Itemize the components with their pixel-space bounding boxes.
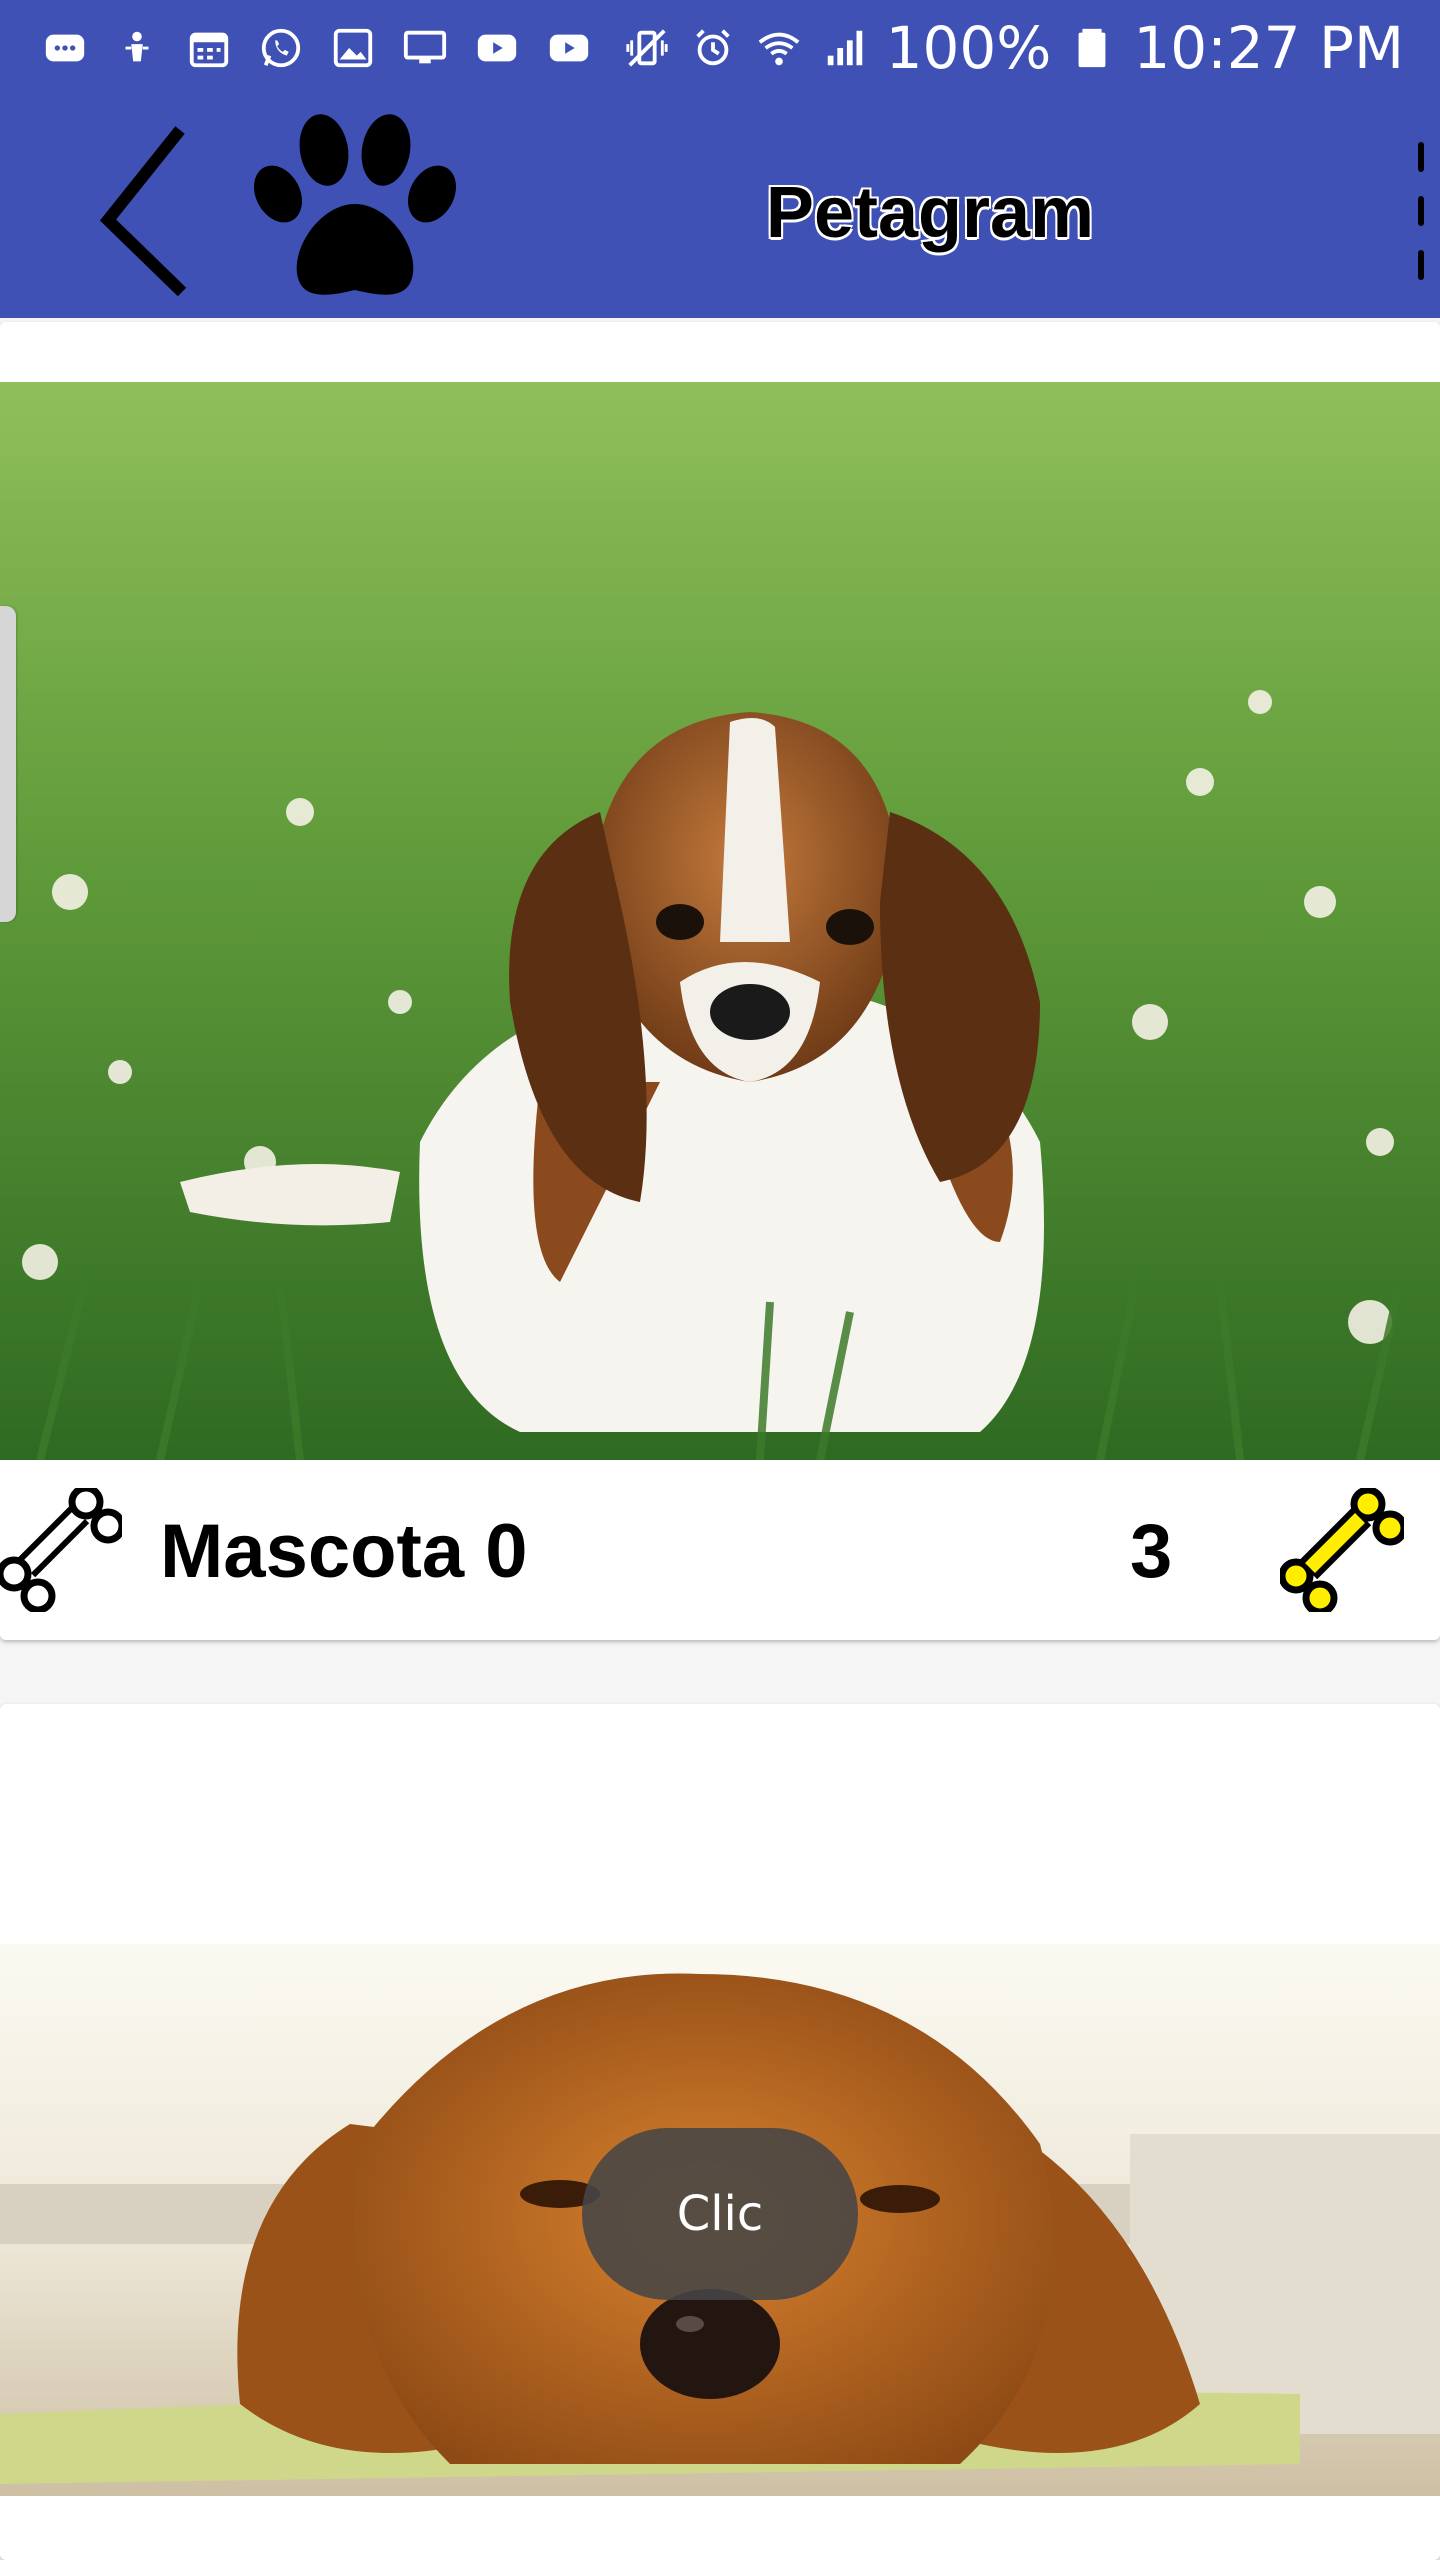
signal-icon [820, 23, 870, 73]
overflow-menu-icon[interactable] [1410, 136, 1434, 286]
app-bar: Petagram [0, 96, 1440, 318]
clock: 10:27 PM [1133, 14, 1404, 82]
screen-cast-icon [400, 23, 450, 73]
pet-card[interactable]: Mascota 0 3 [0, 322, 1440, 1640]
toast-message: Clic [582, 2128, 858, 2300]
youtube-icon [544, 23, 594, 73]
gallery-icon [328, 23, 378, 73]
bug-icon [112, 23, 162, 73]
message-icon [40, 23, 90, 73]
beagle-puppy-photo [0, 382, 1440, 1460]
battery-icon [1067, 23, 1117, 73]
vibrate-icon [622, 23, 672, 73]
pet-info-row: Mascota 0 3 [0, 1460, 1440, 1640]
alarm-icon [688, 23, 738, 73]
youtube-icon [472, 23, 522, 73]
calendar-icon [184, 23, 234, 73]
app-title: Petagram [765, 173, 1095, 253]
notification-icons [40, 23, 594, 73]
paw-icon [250, 110, 460, 306]
back-arrow-icon[interactable] [90, 114, 210, 300]
bone-rating-icon [1278, 1486, 1408, 1616]
pet-name: Mascota 0 [160, 1509, 528, 1594]
bone-like-button[interactable] [0, 1484, 126, 1614]
battery-percentage: 100% [885, 14, 1052, 82]
wifi-icon [754, 23, 804, 73]
pet-rating-count: 3 [1130, 1509, 1173, 1594]
system-status: 100% 10:27 PM [622, 0, 1404, 96]
edge-panel-handle[interactable] [0, 606, 16, 922]
status-bar: 100% 10:27 PM [0, 0, 1440, 96]
whatsapp-icon [256, 23, 306, 73]
